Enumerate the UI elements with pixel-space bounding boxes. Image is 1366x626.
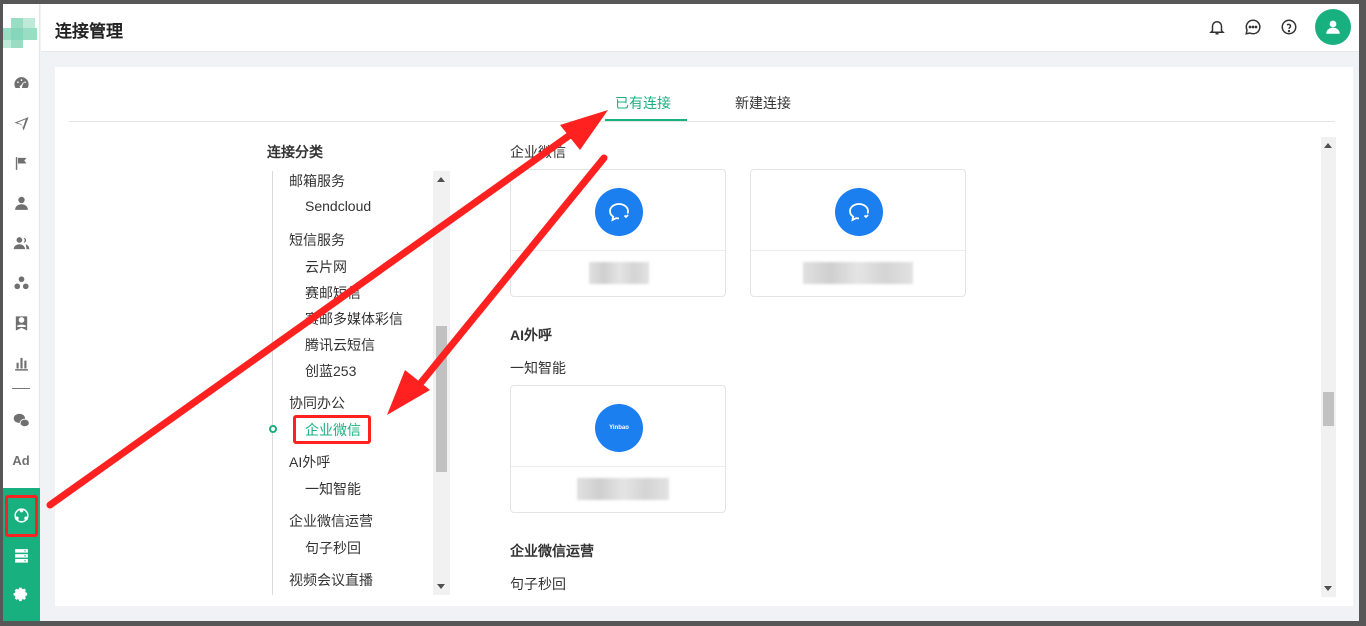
ad-icon[interactable]: Ad — [8, 447, 34, 473]
scroll-thumb[interactable] — [1323, 392, 1334, 426]
scroll-down-arrow[interactable] — [437, 584, 445, 589]
category-item[interactable]: 邮箱服务 — [289, 171, 345, 191]
tab-existing-connections[interactable]: 已有连接 — [615, 93, 671, 113]
user-icon[interactable] — [8, 190, 34, 216]
dashboard-icon[interactable] — [8, 70, 34, 96]
scroll-thumb[interactable] — [436, 326, 447, 472]
connection-card[interactable]: Yinbao — [510, 385, 726, 513]
category-tree: 邮箱服务 Sendcloud 短信服务 云片网 赛邮短信 赛邮多媒体彩信 腾讯云… — [269, 171, 450, 595]
scroll-up-arrow[interactable] — [437, 177, 445, 182]
annotation-box-selected — [293, 415, 371, 444]
category-item[interactable]: 赛邮多媒体彩信 — [305, 309, 403, 329]
app-logo[interactable] — [3, 12, 40, 56]
section-wecom-ops-sub-label: 句子秒回 — [510, 576, 566, 592]
category-item[interactable]: AI外呼 — [289, 452, 330, 472]
wecom-icon — [835, 188, 883, 236]
category-item[interactable]: 腾讯云短信 — [305, 335, 375, 355]
category-item[interactable]: Sendcloud — [305, 198, 371, 214]
category-item[interactable]: 视频会议直播 — [289, 570, 373, 590]
category-item[interactable]: 赛邮短信 — [305, 283, 361, 303]
category-item[interactable]: 协同办公 — [289, 393, 345, 413]
blurred-card-name — [803, 262, 913, 284]
cluster-icon[interactable] — [8, 270, 34, 296]
category-item[interactable]: 云片网 — [305, 257, 347, 277]
category-scrollbar[interactable] — [433, 171, 450, 595]
top-header: 连接管理 — [41, 4, 1359, 52]
app-window: Ad 连接管理 已有连接 新建连接 连接分类 邮箱服务 Sendcloud 短信… — [3, 4, 1359, 621]
bar-chart-icon[interactable] — [8, 350, 34, 376]
card-divider — [511, 250, 725, 251]
connection-card[interactable] — [750, 169, 966, 297]
category-item[interactable]: 企业微信运营 — [289, 511, 373, 531]
scroll-up-arrow[interactable] — [1324, 143, 1332, 148]
yinbao-logo-text: Yinbao — [609, 424, 629, 431]
category-item[interactable]: 句子秒回 — [305, 538, 361, 558]
server-icon[interactable] — [8, 542, 34, 568]
tabs-divider — [69, 121, 1335, 122]
sidebar: Ad — [3, 4, 40, 621]
users-icon[interactable] — [8, 230, 34, 256]
yinbao-logo-icon: Yinbao — [595, 404, 643, 452]
category-title: 连接分类 — [267, 144, 323, 160]
connection-card[interactable] — [510, 169, 726, 297]
section-ai-sub-label: 一知智能 — [510, 360, 566, 376]
category-item[interactable]: 短信服务 — [289, 230, 345, 250]
card-divider — [751, 250, 965, 251]
bell-icon[interactable] — [1207, 17, 1227, 37]
blurred-card-name — [577, 478, 669, 500]
settings-icon[interactable] — [8, 582, 34, 608]
blurred-card-name — [589, 262, 649, 284]
content-scrollbar[interactable] — [1321, 137, 1336, 597]
card-divider — [511, 466, 725, 467]
main-panel: 已有连接 新建连接 连接分类 邮箱服务 Sendcloud 短信服务 云片网 赛… — [55, 67, 1353, 606]
tree-guide-line — [272, 171, 273, 595]
selected-indicator-dot — [269, 425, 277, 433]
section-wecom-ops-label: 企业微信运营 — [510, 543, 594, 559]
page-title: 连接管理 — [55, 22, 123, 41]
wecom-icon — [595, 188, 643, 236]
section-ai-label: AI外呼 — [510, 327, 552, 343]
help-icon[interactable] — [1279, 17, 1299, 37]
send-icon[interactable] — [8, 110, 34, 136]
message-icon[interactable] — [1243, 17, 1263, 37]
sidebar-divider — [12, 388, 30, 389]
flag-icon[interactable] — [8, 150, 34, 176]
category-item[interactable]: 一知智能 — [305, 479, 361, 499]
badge-icon[interactable] — [8, 310, 34, 336]
section-wecom-label: 企业微信 — [510, 144, 566, 160]
avatar-icon[interactable] — [1315, 9, 1351, 45]
wechat-icon[interactable] — [8, 407, 34, 433]
scroll-down-arrow[interactable] — [1324, 586, 1332, 591]
annotation-box-sidebar — [5, 495, 38, 537]
tab-new-connection[interactable]: 新建连接 — [735, 93, 791, 113]
category-item[interactable]: 创蓝253 — [305, 361, 356, 381]
